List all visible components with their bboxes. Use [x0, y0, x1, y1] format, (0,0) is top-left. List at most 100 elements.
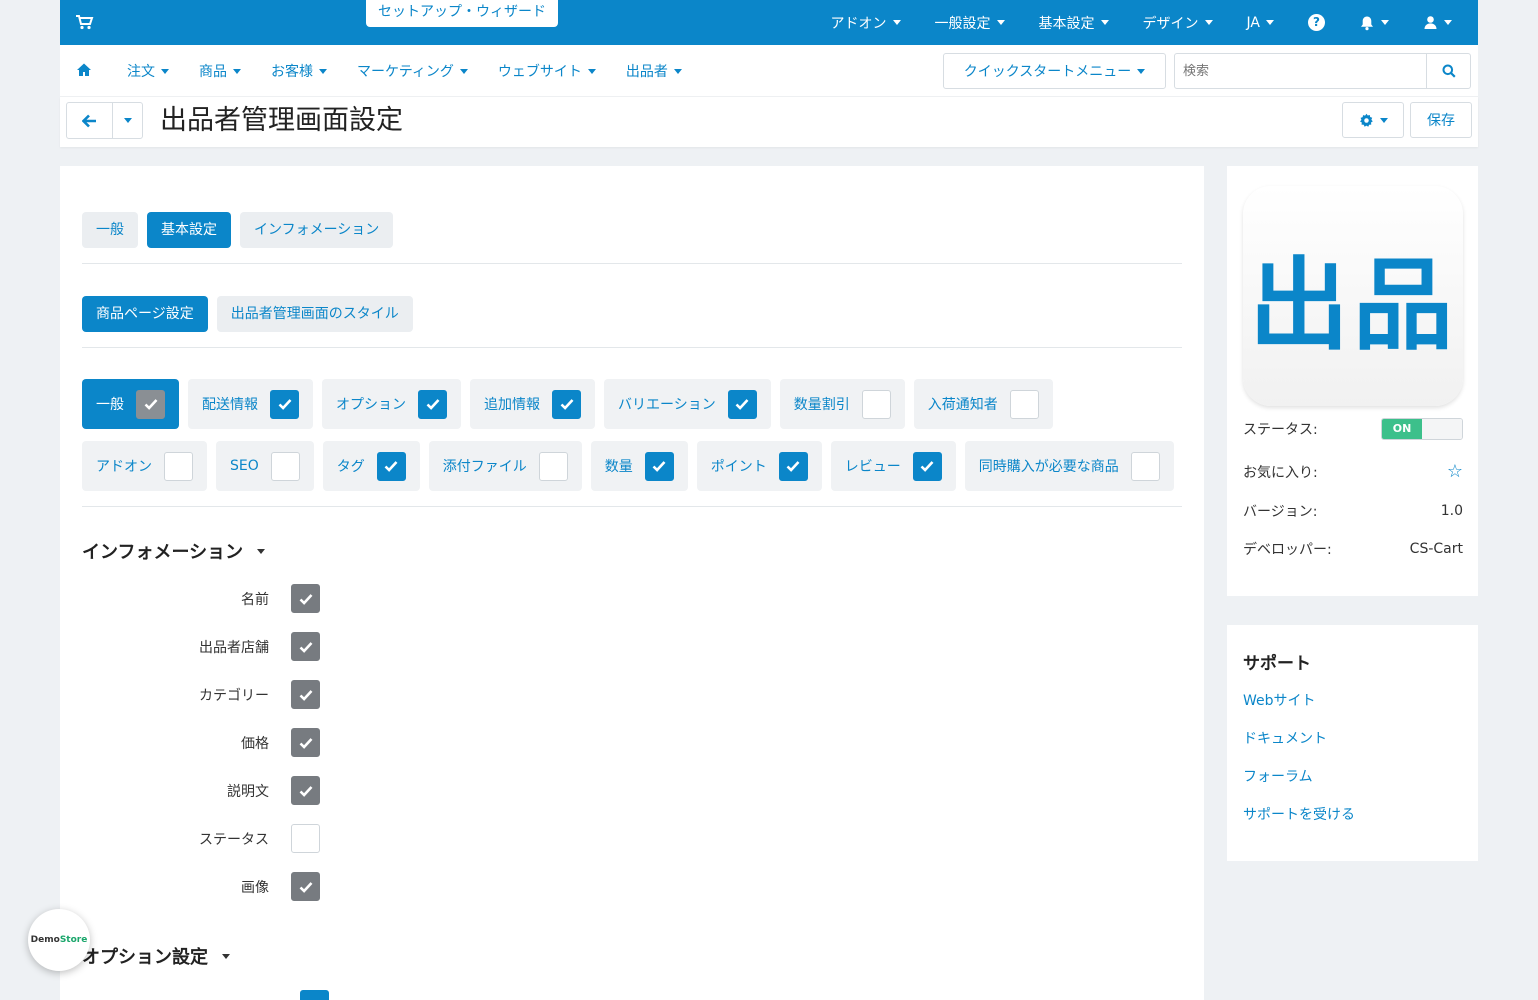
- checkbox[interactable]: [136, 389, 165, 419]
- chevron-down-icon: [996, 20, 1005, 25]
- back-dropdown-button[interactable]: [113, 103, 142, 138]
- check-icon: [278, 399, 291, 410]
- information-field-checkbox[interactable]: [291, 824, 320, 853]
- home-icon[interactable]: [76, 62, 92, 78]
- top-nav-language[interactable]: JA: [1247, 15, 1274, 31]
- notifications-button[interactable]: [1359, 15, 1389, 31]
- support-link-forum[interactable]: フォーラム: [1243, 766, 1313, 786]
- subtab-vendor-panel-style[interactable]: 出品者管理画面のスタイル: [216, 296, 413, 332]
- tab-information[interactable]: インフォメーション: [240, 212, 394, 248]
- checkbox[interactable]: [778, 451, 808, 481]
- product-tab-toggle[interactable]: 数量: [590, 441, 688, 491]
- checkbox[interactable]: [164, 451, 193, 481]
- bell-icon: [1361, 16, 1373, 30]
- back-button[interactable]: [67, 103, 113, 138]
- version-row: バージョン: 1.0: [1243, 501, 1463, 521]
- product-tab-toggle[interactable]: タグ: [322, 441, 420, 491]
- product-tab-toggle[interactable]: 一般: [82, 379, 179, 429]
- information-field-label: 名前: [241, 591, 269, 608]
- demo-store-badge[interactable]: Demo Store: [28, 909, 90, 971]
- product-tab-toggle-label: タグ: [336, 459, 365, 475]
- help-button[interactable]: ?: [1308, 14, 1325, 31]
- product-tab-toggle[interactable]: ポイント: [696, 441, 822, 491]
- settings-dropdown-button[interactable]: [1342, 102, 1404, 138]
- menu-vendors[interactable]: 出品者: [626, 61, 682, 81]
- product-tab-toggle[interactable]: 入荷通知者: [913, 379, 1053, 429]
- menu-marketing[interactable]: マーケティング: [357, 61, 468, 81]
- setup-wizard-tab[interactable]: セットアップ・ウィザード: [366, 0, 558, 27]
- checkbox[interactable]: [270, 451, 300, 481]
- product-tab-toggle[interactable]: SEO: [216, 441, 314, 491]
- information-field-checkbox[interactable]: [291, 680, 320, 709]
- top-nav-basic-settings[interactable]: 基本設定: [1039, 13, 1109, 33]
- tab-general[interactable]: 一般: [82, 212, 138, 248]
- product-tab-toggle[interactable]: 同時購入が必要な商品: [964, 441, 1174, 491]
- product-tab-toggle[interactable]: 追加情報: [470, 379, 595, 429]
- check-icon: [299, 641, 312, 653]
- checkbox[interactable]: [644, 451, 674, 481]
- product-tab-toggle-label: レビュー: [844, 459, 901, 475]
- information-field-checkbox[interactable]: [291, 584, 320, 613]
- checkbox[interactable]: [376, 451, 406, 481]
- user-menu-button[interactable]: [1423, 15, 1452, 30]
- product-tab-toggle-label: オプション: [336, 397, 406, 413]
- save-button[interactable]: 保存: [1410, 102, 1472, 138]
- product-tab-toggle-label: 同時購入が必要な商品: [978, 459, 1119, 475]
- information-field-checkbox[interactable]: [291, 632, 320, 661]
- information-field-checkbox[interactable]: [291, 776, 320, 805]
- checkbox[interactable]: [861, 389, 891, 419]
- information-section-header[interactable]: インフォメーション: [82, 538, 266, 564]
- support-link-website[interactable]: Webサイト: [1243, 690, 1316, 710]
- star-icon[interactable]: ☆: [1447, 461, 1463, 482]
- checkbox[interactable]: [270, 389, 299, 419]
- cart-icon[interactable]: [74, 12, 94, 32]
- product-tab-toggle[interactable]: レビュー: [830, 441, 956, 491]
- version-value: 1.0: [1440, 503, 1463, 519]
- settings-panel: 一般 基本設定 インフォメーション 商品ページ設定 出品者管理画面のスタイル 一…: [60, 166, 1204, 1000]
- menu-customers[interactable]: お客様: [271, 61, 327, 81]
- information-field-row: 名前: [60, 584, 320, 613]
- menu-products[interactable]: 商品: [199, 61, 241, 81]
- checkbox[interactable]: [1130, 451, 1160, 481]
- checkbox[interactable]: [912, 451, 942, 481]
- product-tab-toggle-label: 入荷通知者: [927, 397, 998, 413]
- status-on-label: ON: [1382, 419, 1422, 439]
- product-tab-toggle[interactable]: 添付ファイル: [428, 441, 582, 491]
- chevron-down-icon: [892, 20, 901, 25]
- check-icon: [426, 399, 439, 410]
- top-nav-addons[interactable]: アドオン: [831, 13, 901, 33]
- divider: [82, 506, 1182, 507]
- information-field-row: ステータス: [60, 824, 320, 853]
- options-section-header[interactable]: オプション設定: [82, 943, 230, 969]
- support-link-docs[interactable]: ドキュメント: [1243, 728, 1327, 748]
- product-tab-toggle[interactable]: 配送情報: [188, 379, 313, 429]
- checkbox[interactable]: [552, 389, 581, 419]
- product-tab-toggle[interactable]: オプション: [322, 379, 461, 429]
- menu-website[interactable]: ウェブサイト: [498, 61, 596, 81]
- search-button[interactable]: [1426, 54, 1470, 88]
- tab-basic-settings[interactable]: 基本設定: [147, 212, 231, 248]
- product-tab-toggle[interactable]: 数量割引: [779, 379, 905, 429]
- support-link-get-support[interactable]: サポートを受ける: [1243, 804, 1355, 824]
- information-field-checkbox[interactable]: [291, 728, 320, 757]
- option-checkbox[interactable]: [300, 990, 329, 1000]
- checkbox[interactable]: [1009, 389, 1039, 419]
- checkbox[interactable]: [538, 451, 568, 481]
- checkbox[interactable]: [727, 389, 757, 419]
- information-field-checkbox[interactable]: [291, 872, 320, 901]
- top-nav-general-settings[interactable]: 一般設定: [935, 13, 1005, 33]
- chevron-down-icon: [1444, 20, 1452, 25]
- menu-orders[interactable]: 注文: [127, 61, 169, 81]
- quickstart-menu-button[interactable]: クイックスタートメニュー: [943, 53, 1166, 89]
- search-input[interactable]: [1175, 54, 1426, 88]
- subtab-product-page[interactable]: 商品ページ設定: [82, 296, 208, 332]
- chevron-down-icon: [1379, 117, 1388, 123]
- information-field-row: 説明文: [60, 776, 320, 805]
- status-toggle[interactable]: ON: [1381, 418, 1463, 440]
- product-tab-toggle[interactable]: バリエーション: [604, 379, 771, 429]
- product-tab-toggle[interactable]: アドオン: [82, 441, 207, 491]
- checkbox[interactable]: [418, 389, 447, 419]
- support-panel: サポート Webサイト ドキュメント フォーラム サポートを受ける: [1227, 625, 1478, 861]
- top-nav-design[interactable]: デザイン: [1143, 13, 1213, 33]
- information-field-label: 出品者店舗: [199, 639, 269, 656]
